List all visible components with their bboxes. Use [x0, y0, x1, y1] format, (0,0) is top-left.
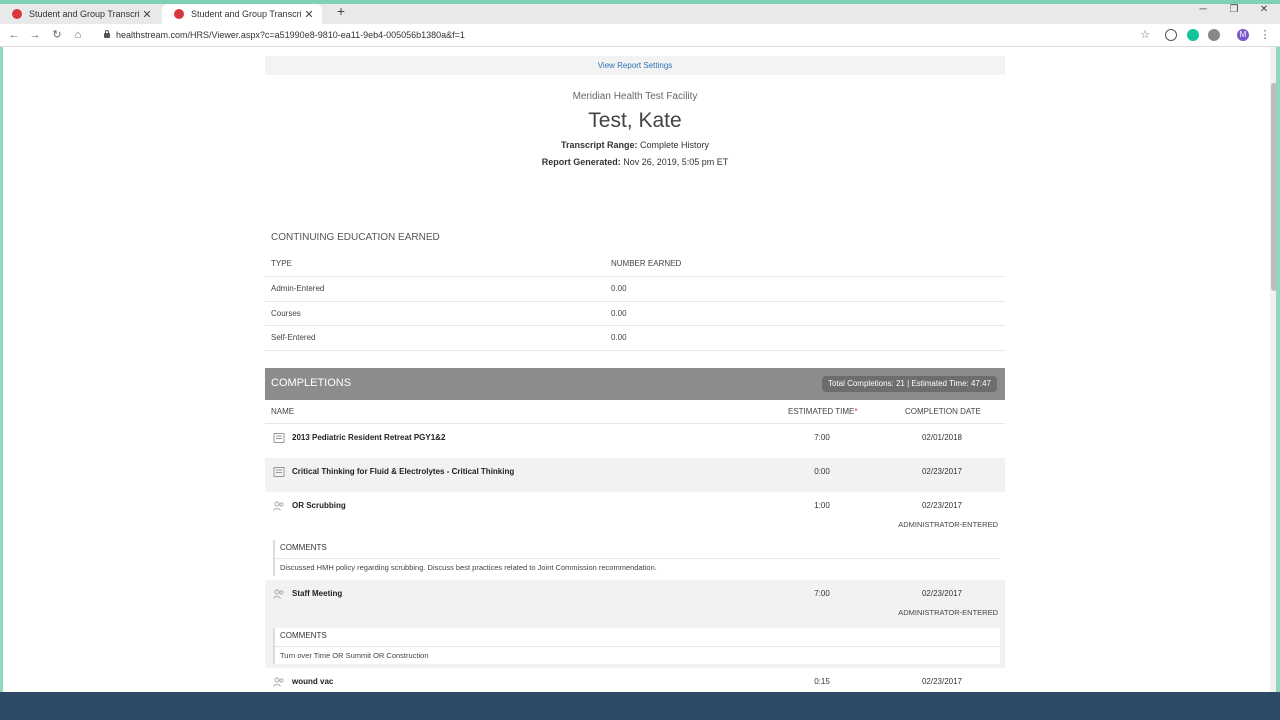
ce-type: Self-Entered — [271, 333, 316, 342]
completion-time: 1:00 — [814, 501, 830, 510]
completion-name[interactable]: OR Scrubbing — [292, 501, 346, 510]
bookmark-star-icon[interactable]: ☆ — [1138, 28, 1152, 42]
ce-row: Self-Entered 0.00 — [265, 325, 1005, 351]
completions-header-row: NAME ESTIMATED TIME* COMPLETION DATE — [265, 402, 1005, 424]
completion-source: ADMINISTRATOR-ENTERED — [898, 608, 998, 617]
transcript-report: View Report Settings Meridian Health Tes… — [265, 47, 1005, 692]
os-taskbar — [0, 692, 1280, 720]
window-left-border — [0, 47, 3, 692]
completion-row[interactable]: Staff Meeting 7:00 02/23/2017 ADMINISTRA… — [265, 580, 1005, 668]
reload-icon[interactable]: ↻ — [50, 28, 64, 42]
completion-name[interactable]: wound vac — [292, 677, 333, 686]
completion-row[interactable]: Critical Thinking for Fluid & Electrolyt… — [265, 458, 1005, 492]
healthstream-favicon-icon — [174, 9, 184, 19]
completions-title: COMPLETIONS — [271, 377, 352, 389]
people-icon — [273, 589, 284, 599]
completion-date: 02/23/2017 — [921, 677, 963, 686]
ce-section-title: CONTINUING EDUCATION EARNED — [271, 232, 440, 243]
document-icon — [273, 467, 285, 477]
people-icon — [273, 501, 284, 511]
ce-col-number: NUMBER EARNED — [611, 259, 682, 268]
window-right-border — [1276, 47, 1280, 692]
close-tab-icon[interactable]: ✕ — [140, 8, 154, 21]
ce-header-row: TYPE NUMBER EARNED — [265, 252, 1005, 277]
tab-1[interactable]: Student and Group Transcript ✕ — [0, 4, 160, 24]
new-tab-button[interactable]: + — [334, 4, 348, 20]
ce-row: Courses 0.00 — [265, 301, 1005, 326]
minimize-icon[interactable]: ─ — [1195, 4, 1211, 15]
close-window-icon[interactable]: ✕ — [1256, 4, 1272, 15]
completion-row[interactable]: 2013 Pediatric Resident Retreat PGY1&2 7… — [265, 424, 1005, 458]
completion-time: 7:00 — [814, 589, 830, 598]
required-marker: * — [854, 407, 858, 416]
completion-time: 0:15 — [814, 677, 830, 686]
ce-type: Courses — [271, 309, 301, 318]
completion-date: 02/01/2018 — [921, 433, 963, 442]
comments-label: COMMENTS — [280, 631, 327, 640]
menu-kebab-icon[interactable]: ⋮ — [1258, 28, 1272, 42]
col-estimated-time: ESTIMATED TIME* — [788, 407, 858, 416]
ce-col-type: TYPE — [271, 259, 292, 268]
tab-title: Student and Group Transcript — [191, 9, 302, 19]
extension-grammarly-icon[interactable] — [1187, 29, 1199, 41]
close-tab-icon[interactable]: ✕ — [302, 8, 316, 21]
healthstream-favicon-icon — [12, 9, 22, 19]
ce-row: Admin-Entered 0.00 — [265, 276, 1005, 302]
restore-icon[interactable]: ❐ — [1226, 4, 1242, 15]
completion-name[interactable]: 2013 Pediatric Resident Retreat PGY1&2 — [292, 433, 445, 442]
student-name: Test, Kate — [588, 109, 682, 132]
col-completion-date: COMPLETION DATE — [905, 407, 981, 416]
back-icon[interactable]: ← — [7, 28, 21, 42]
report-generated-value: Nov 26, 2019, 5:05 pm ET — [623, 157, 729, 167]
profile-avatar[interactable]: M — [1237, 29, 1249, 41]
ce-number: 0.00 — [611, 284, 627, 293]
completion-row[interactable]: wound vac 0:15 02/23/2017 — [265, 668, 1005, 692]
comment-text: Discussed HMH policy regarding scrubbing… — [275, 558, 1000, 576]
completion-date: 02/23/2017 — [921, 467, 963, 476]
transcript-range-value: Complete History — [640, 140, 710, 150]
completion-source: ADMINISTRATOR-ENTERED — [898, 520, 998, 529]
comments-label: COMMENTS — [280, 543, 327, 552]
home-icon[interactable]: ⌂ — [71, 28, 85, 42]
completion-date: 02/23/2017 — [921, 501, 963, 510]
facility-name: Meridian Health Test Facility — [572, 91, 698, 102]
view-report-settings-link[interactable]: View Report Settings — [265, 56, 1005, 75]
comments-box: COMMENTS Turn over Time OR Summit OR Con… — [273, 628, 1000, 664]
col-name: NAME — [271, 407, 295, 416]
completions-header-bar: COMPLETIONS Total Completions: 21 | Esti… — [265, 368, 1005, 400]
comment-text: Turn over Time OR Summit OR Construction — [275, 646, 1000, 664]
completion-time: 7:00 — [814, 433, 830, 442]
document-icon — [273, 433, 285, 443]
comments-box: COMMENTS Discussed HMH policy regarding … — [273, 540, 1000, 576]
transcript-range: Transcript Range: Complete History — [265, 140, 1005, 150]
ce-type: Admin-Entered — [271, 284, 325, 293]
lock-icon — [104, 29, 110, 38]
ce-number: 0.00 — [611, 333, 627, 342]
transcript-range-label: Transcript Range: — [560, 140, 638, 150]
url-text: healthstream.com/HRS/Viewer.aspx?c=a5199… — [116, 30, 465, 40]
tab-2[interactable]: Student and Group Transcript ✕ — [162, 4, 322, 24]
col-estimated-time-label: ESTIMATED TIME — [788, 407, 855, 416]
forward-icon[interactable]: → — [28, 28, 42, 42]
tab-title: Student and Group Transcript — [29, 9, 140, 19]
completion-name[interactable]: Critical Thinking for Fluid & Electrolyt… — [292, 467, 514, 476]
completion-row[interactable]: OR Scrubbing 1:00 02/23/2017 ADMINISTRAT… — [265, 492, 1005, 580]
report-generated-label: Report Generated: — [541, 157, 621, 167]
url-field[interactable]: healthstream.com/HRS/Viewer.aspx?c=a5199… — [104, 28, 465, 42]
extension-v-icon[interactable] — [1165, 29, 1177, 41]
completion-time: 0:00 — [814, 467, 830, 476]
tab-bar: Student and Group Transcript ✕ Student a… — [0, 4, 1280, 24]
people-icon — [273, 677, 284, 687]
report-generated: Report Generated: Nov 26, 2019, 5:05 pm … — [265, 157, 1005, 167]
completion-date: 02/23/2017 — [921, 589, 963, 598]
extension-circle-icon[interactable] — [1208, 29, 1220, 41]
completions-summary-badge: Total Completions: 21 | Estimated Time: … — [821, 376, 997, 392]
address-bar-row: ← → ↻ ⌂ healthstream.com/HRS/Viewer.aspx… — [0, 24, 1280, 47]
ce-number: 0.00 — [611, 309, 627, 318]
completion-name[interactable]: Staff Meeting — [292, 589, 342, 598]
